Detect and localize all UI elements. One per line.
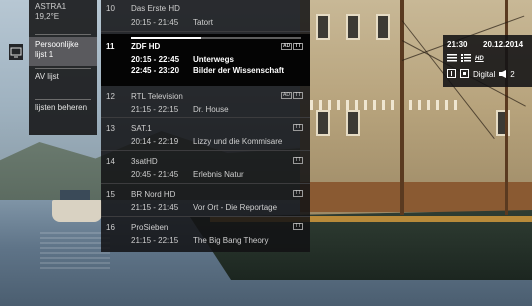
small-boat <box>52 190 102 222</box>
program-title: Unterwegs <box>193 55 234 64</box>
teletext-badge: TT <box>293 43 304 50</box>
ship-mast <box>400 0 404 215</box>
channel-number: 10 <box>106 4 115 13</box>
program-time: 20:14 - 22:19 <box>131 137 179 146</box>
balcony-railing <box>310 100 460 110</box>
next-program-title: Bilder der Wissenschaft <box>193 66 285 75</box>
program-title: Erlebnis Natur <box>193 170 244 179</box>
channel-name: BR Nord HD <box>131 190 176 199</box>
channel-row-13[interactable]: 13 SAT.1 TT 20:14 - 22:19 Lizzy und die … <box>101 118 310 151</box>
audio-description-badge: AD <box>281 92 292 99</box>
window <box>346 110 360 136</box>
hd-icon: HD <box>475 56 484 62</box>
program-title: The Big Bang Theory <box>193 236 269 245</box>
program-time: 20:15 - 22:45 <box>131 55 180 64</box>
ship-mast <box>505 0 508 215</box>
program-title: Tatort <box>193 18 214 27</box>
channel-row-10[interactable]: 10 Das Erste HD 20:15 - 21:45 Tatort <box>101 0 310 32</box>
window <box>316 14 330 40</box>
menu-item-personal-list-1[interactable]: Persoonlijke lijst 1 <box>29 37 97 66</box>
channel-number: 14 <box>106 157 115 166</box>
divider <box>35 34 91 35</box>
progress-fill <box>131 37 201 39</box>
window <box>376 14 390 40</box>
channel-row-15[interactable]: 15 BR Nord HD TT 21:15 - 21:45 Vor Ort -… <box>101 184 310 217</box>
next-program-time: 22:45 - 23:20 <box>131 66 180 75</box>
program-time: 21:15 - 22:15 <box>131 236 179 245</box>
channel-name: Das Erste HD <box>131 4 180 13</box>
water-reflection <box>40 232 110 272</box>
teletext-badge: TT <box>293 92 304 99</box>
channel-name: ZDF HD <box>131 42 161 51</box>
signal-row: Digital 2 <box>447 69 515 80</box>
list-menu: ASTRA1 19,2°E Persoonlijke lijst 1 AV li… <box>29 0 97 135</box>
channel-name: RTL Television <box>131 92 183 101</box>
teletext-badge: TT <box>293 124 304 131</box>
menu-item-label: lijsten beheren <box>35 103 88 112</box>
antenna-icon <box>447 69 456 80</box>
program-title: Vor Ort - Die Reportage <box>193 203 278 212</box>
channel-row-12[interactable]: 12 RTL Television AD TT 21:15 - 22:15 Dr… <box>101 86 310 118</box>
channel-number: 15 <box>106 190 115 199</box>
menu-item-label: AV lijst <box>35 72 59 81</box>
channel-name: ProSieben <box>131 223 169 232</box>
info-icons: HD <box>447 54 484 64</box>
audio-description-badge: AD <box>281 43 293 50</box>
teletext-badge: TT <box>293 157 304 164</box>
program-title: Dr. House <box>193 105 229 114</box>
channel-number: 16 <box>106 223 115 232</box>
divider <box>35 99 91 100</box>
window <box>346 14 360 40</box>
channel-name: 3satHD <box>131 157 158 166</box>
info-panel: 21:30 20.12.2014 HD Digital 2 <box>443 35 532 87</box>
channel-row-16[interactable]: 16 ProSieben TT 21:15 - 22:15 The Big Ba… <box>101 217 310 252</box>
channel-number: 13 <box>106 124 115 133</box>
menu-item-label: Persoonlijke lijst 1 <box>35 40 79 59</box>
ship-deck <box>300 182 532 212</box>
menu-item-manage-lists[interactable]: lijsten beheren <box>29 103 97 113</box>
list-icon <box>447 54 457 64</box>
teletext-badge: TT <box>293 223 304 230</box>
window <box>316 110 330 136</box>
date-label: 20.12.2014 <box>483 40 524 49</box>
program-title: Lizzy und die Kommisare <box>193 137 283 146</box>
program-time: 20:45 - 21:45 <box>131 170 179 179</box>
satellite-label: ASTRA1 19,2°E <box>35 2 67 21</box>
channel-number: 12 <box>106 92 115 101</box>
teletext-badge: TT <box>293 190 304 197</box>
audio-channel-number: 2 <box>510 70 515 79</box>
program-time: 21:15 - 21:45 <box>131 203 179 212</box>
program-time: 20:15 - 21:45 <box>131 18 179 27</box>
menu-item-av-list[interactable]: AV lijst <box>29 70 97 82</box>
digital-label: Digital <box>473 70 496 79</box>
program-time: 21:15 - 22:15 <box>131 105 179 114</box>
channel-number: 11 <box>106 42 115 51</box>
epg-icon <box>461 54 471 64</box>
audio-icon <box>499 69 507 80</box>
tv-icon <box>9 44 23 60</box>
row-divider <box>101 31 310 32</box>
channel-name: SAT.1 <box>131 124 152 133</box>
channel-list: 10 Das Erste HD 20:15 - 21:45 Tatort 11 … <box>101 0 310 252</box>
clock-time: 21:30 <box>447 40 468 49</box>
channel-row-11[interactable]: 11 ZDF HD AD TT 20:15 - 22:45 Unterwegs … <box>101 34 310 86</box>
channel-row-14[interactable]: 14 3satHD TT 20:45 - 21:45 Erlebnis Natu… <box>101 151 310 184</box>
progress-bar <box>131 37 301 39</box>
divider <box>35 68 91 69</box>
digital-icon <box>460 69 469 80</box>
